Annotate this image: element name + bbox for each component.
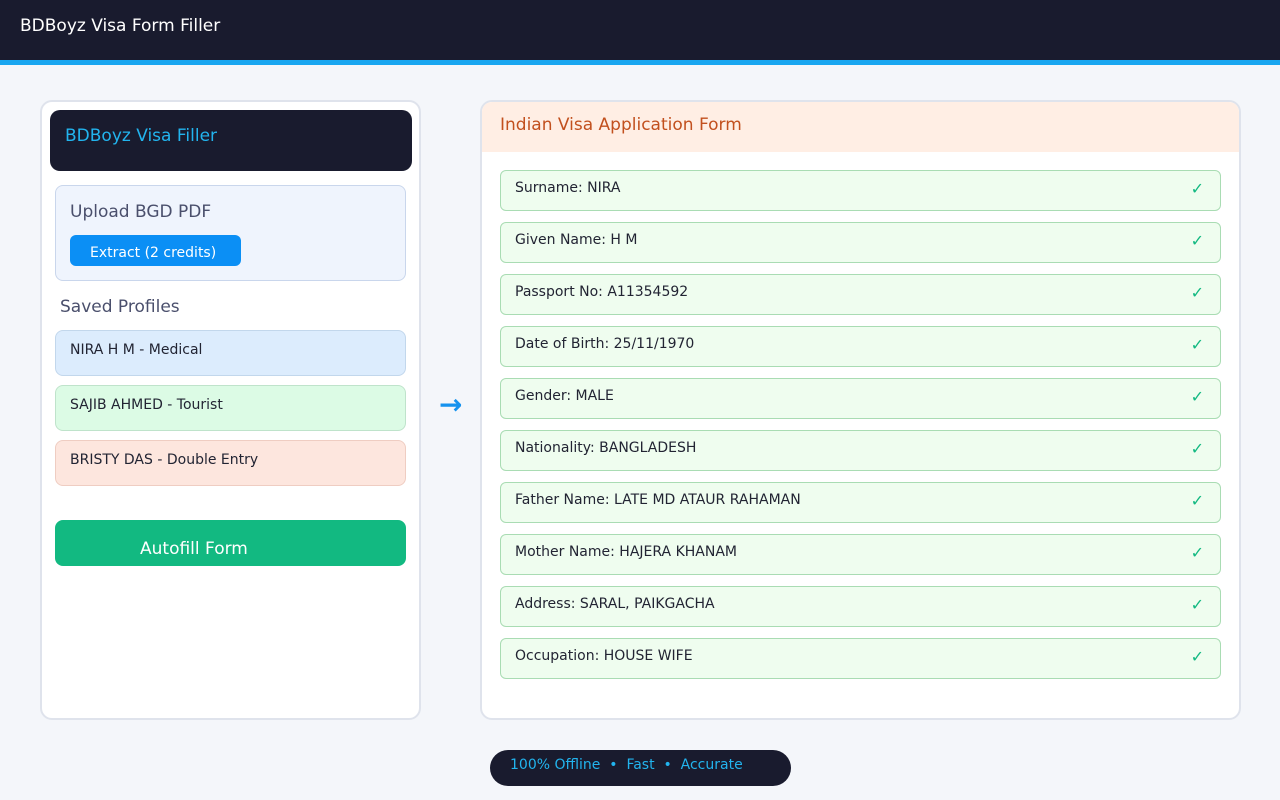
extract-button[interactable]: Extract (2 credits) xyxy=(70,235,241,266)
top-bar-accent-line xyxy=(0,60,1280,65)
field-value: Mother Name: HAJERA KHANAM xyxy=(515,544,737,560)
field-value: Occupation: HOUSE WIFE xyxy=(515,648,693,664)
form-field-row[interactable]: Date of Birth: 25/11/1970 ✓ xyxy=(500,326,1221,367)
field-value: Passport No: A11354592 xyxy=(515,284,689,300)
form-field-row[interactable]: Address: SARAL, PAIKGACHA ✓ xyxy=(500,586,1221,627)
check-icon: ✓ xyxy=(1190,491,1204,510)
form-header: Indian Visa Application Form xyxy=(482,102,1239,152)
form-field-row[interactable]: Gender: MALE ✓ xyxy=(500,378,1221,419)
profile-item[interactable]: SAJIB AHMED - Tourist xyxy=(55,385,406,431)
check-icon: ✓ xyxy=(1190,283,1204,302)
profile-item[interactable]: NIRA H M - Medical xyxy=(55,330,406,376)
check-icon: ✓ xyxy=(1190,647,1204,666)
form-field-row[interactable]: Father Name: LATE MD ATAUR RAHAMAN ✓ xyxy=(500,482,1221,523)
brand-header: BDBoyz Visa Filler xyxy=(50,110,412,171)
left-panel: BDBoyz Visa Filler Upload BGD PDF Extrac… xyxy=(40,100,421,720)
upload-title: Upload BGD PDF xyxy=(70,202,212,222)
check-icon: ✓ xyxy=(1190,335,1204,354)
top-bar: BDBoyz Visa Form Filler xyxy=(0,0,1280,60)
check-icon: ✓ xyxy=(1190,387,1204,406)
field-value: Gender: MALE xyxy=(515,388,614,404)
field-value: Nationality: BANGLADESH xyxy=(515,440,697,456)
saved-profiles-title: Saved Profiles xyxy=(60,297,180,317)
check-icon: ✓ xyxy=(1190,231,1204,250)
footer-text: 100% Offline • Fast • Accurate xyxy=(510,757,743,773)
check-icon: ✓ xyxy=(1190,439,1204,458)
form-panel: Indian Visa Application Form Surname: NI… xyxy=(480,100,1241,720)
footer-badge: 100% Offline • Fast • Accurate xyxy=(490,750,791,786)
form-field-row[interactable]: Passport No: A11354592 ✓ xyxy=(500,274,1221,315)
check-icon: ✓ xyxy=(1190,179,1204,198)
profile-item[interactable]: BRISTY DAS - Double Entry xyxy=(55,440,406,486)
form-title: Indian Visa Application Form xyxy=(500,115,742,135)
app-title: BDBoyz Visa Form Filler xyxy=(20,16,221,36)
form-field-row[interactable]: Nationality: BANGLADESH ✓ xyxy=(500,430,1221,471)
field-value: Surname: NIRA xyxy=(515,180,621,196)
form-field-row[interactable]: Occupation: HOUSE WIFE ✓ xyxy=(500,638,1221,679)
field-value: Father Name: LATE MD ATAUR RAHAMAN xyxy=(515,492,801,508)
field-value: Date of Birth: 25/11/1970 xyxy=(515,336,695,352)
field-value: Address: SARAL, PAIKGACHA xyxy=(515,596,715,612)
field-value: Given Name: H M xyxy=(515,232,638,248)
arrow-right-icon: → xyxy=(439,388,463,421)
form-field-row[interactable]: Mother Name: HAJERA KHANAM ✓ xyxy=(500,534,1221,575)
autofill-button[interactable]: Autofill Form xyxy=(55,520,406,566)
check-icon: ✓ xyxy=(1190,595,1204,614)
form-field-row[interactable]: Given Name: H M ✓ xyxy=(500,222,1221,263)
brand-title: BDBoyz Visa Filler xyxy=(65,126,218,146)
check-icon: ✓ xyxy=(1190,543,1204,562)
form-field-row[interactable]: Surname: NIRA ✓ xyxy=(500,170,1221,211)
upload-section: Upload BGD PDF Extract (2 credits) xyxy=(55,185,406,281)
